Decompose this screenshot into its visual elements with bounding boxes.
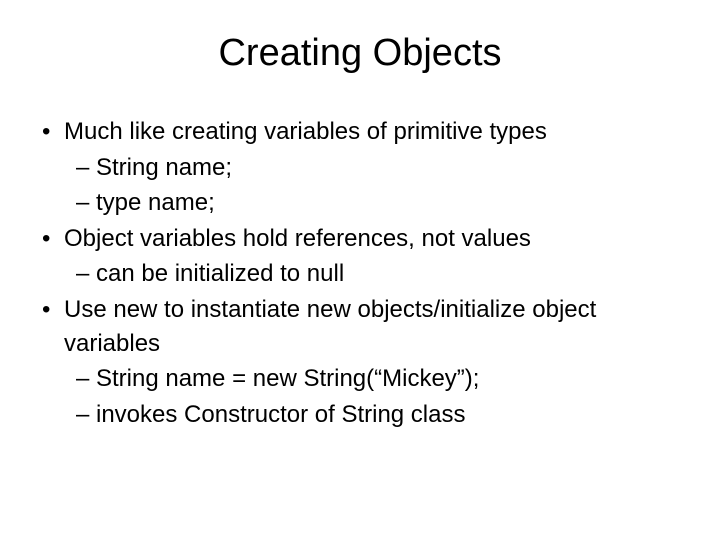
bullet-level-2: invokes Constructor of String class <box>34 398 690 432</box>
bullet-level-1: Object variables hold references, not va… <box>34 222 690 256</box>
bullet-level-1: Much like creating variables of primitiv… <box>34 115 690 149</box>
bullet-level-1: Use new to instantiate new objects/initi… <box>34 293 690 360</box>
bullet-level-2: String name = new String(“Mickey”); <box>34 362 690 396</box>
bullet-level-2: can be initialized to null <box>34 257 690 291</box>
slide-title: Creating Objects <box>30 32 690 75</box>
bullet-level-2: String name; <box>34 151 690 185</box>
slide: Creating Objects Much like creating vari… <box>0 0 720 540</box>
slide-content: Much like creating variables of primitiv… <box>30 115 690 431</box>
bullet-level-2: type name; <box>34 186 690 220</box>
